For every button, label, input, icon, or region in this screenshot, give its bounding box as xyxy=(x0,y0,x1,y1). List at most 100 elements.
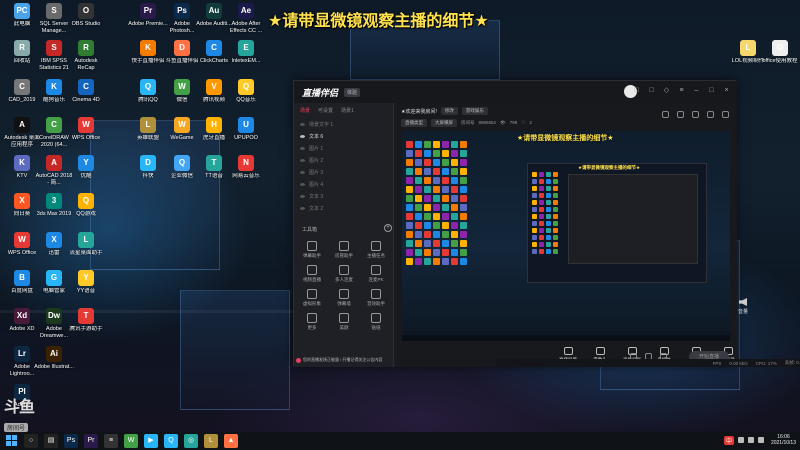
maximize-button[interactable]: □ xyxy=(707,86,716,95)
scene-item[interactable]: 图片 4 xyxy=(294,178,393,190)
tool-item[interactable]: 连麦PK xyxy=(360,265,392,283)
menu-icon[interactable]: ≡ xyxy=(677,86,686,95)
windows-logo-icon xyxy=(5,435,17,446)
tool-item[interactable]: 虚拟形象 xyxy=(296,289,328,307)
category-tag[interactable]: 大屏横屏 xyxy=(431,118,457,127)
taskbar-app-icon[interactable]: ▲ xyxy=(224,434,238,448)
category-tag[interactable]: 直播类型 xyxy=(401,118,427,127)
desktop-icon[interactable]: T 腾讯手游助手 xyxy=(66,308,106,346)
share-icon[interactable] xyxy=(707,111,714,118)
tool-item[interactable]: 贴纸 xyxy=(360,313,392,331)
desktop-icon[interactable]: Ae Adobe After Effects CC ... xyxy=(226,3,266,41)
desktop-icon[interactable]: Y YY语音 xyxy=(66,270,106,308)
desktop-icon[interactable]: Ai Adobe Illustrat... xyxy=(34,346,74,384)
volume-widget[interactable]: 音量 xyxy=(736,298,750,315)
preview-icon xyxy=(442,168,449,175)
desktop-icon[interactable]: L 流星桌面助手 xyxy=(66,232,106,270)
scene-item[interactable]: 文本 2 xyxy=(294,202,393,214)
clock[interactable]: 16:06 2021/10/13 xyxy=(771,434,796,446)
scene-item[interactable]: 图片 2 xyxy=(294,154,393,166)
desktop-icon[interactable]: Q QQ游戏 xyxy=(66,193,106,231)
app-titlebar[interactable]: 直播伴侣 体验 □ □ ◇ ≡ – □ × xyxy=(294,81,737,103)
desktop-icon[interactable]: Q QQ音乐 xyxy=(226,79,266,117)
taskbar-app-icon[interactable]: L xyxy=(204,434,218,448)
tool-item[interactable]: 房管助手 xyxy=(328,241,360,259)
record-icon[interactable] xyxy=(677,111,684,118)
preview-icon xyxy=(433,204,440,211)
scene-item[interactable]: 图片 3 xyxy=(294,166,393,178)
overlay-banner-title: ★请带显微镜观察主播的细节★ xyxy=(268,13,489,30)
desktop-icon[interactable]: W WPS Office xyxy=(66,117,106,155)
close-button[interactable]: × xyxy=(722,86,731,95)
desktop-icon[interactable]: Ooffice使用教程 xyxy=(760,40,800,78)
volume-tray-icon[interactable] xyxy=(747,437,754,443)
desktop-icon[interactable]: R Autodesk ReCap xyxy=(66,40,106,78)
scene-tab[interactable]: 场景1 xyxy=(341,107,354,114)
desktop-icon[interactable]: Y 优酷 xyxy=(66,155,106,193)
more-icon[interactable] xyxy=(722,111,729,118)
eye-icon[interactable] xyxy=(300,194,305,198)
taskbar-app-icon[interactable]: Q xyxy=(164,434,178,448)
notice-dot-icon xyxy=(296,357,301,363)
preview-icon xyxy=(406,231,413,238)
tool-item[interactable]: 主播任务 xyxy=(360,241,392,259)
eye-icon[interactable] xyxy=(300,158,305,162)
taskbar-app-icon[interactable]: ≡ xyxy=(104,434,118,448)
desktop-icon[interactable]: N 网易云音乐 xyxy=(226,155,266,193)
scene-item[interactable]: 文本 3 xyxy=(294,190,393,202)
eye-icon[interactable] xyxy=(300,206,305,210)
tool-item[interactable]: 更多 xyxy=(296,313,328,331)
battery-icon[interactable] xyxy=(757,437,764,443)
start-button[interactable] xyxy=(4,434,18,448)
taskbar-app-icon[interactable]: ▶ xyxy=(144,434,158,448)
eye-icon[interactable] xyxy=(300,182,305,186)
taskbar-app-icon[interactable]: ○ xyxy=(24,434,38,448)
preview-banner-title: ★请带显微镜观察主播的细节★ xyxy=(517,135,614,142)
ime-indicator[interactable]: 中 xyxy=(723,435,734,445)
tool-item[interactable]: 弹幕墙 xyxy=(328,289,360,307)
streaming-app-window[interactable]: 直播伴侣 体验 □ □ ◇ ≡ – □ × 场景 可设置 场景1 场景文字 1 文本 … xyxy=(293,80,800,367)
window-controls: □ □ ◇ ≡ – □ × xyxy=(632,86,731,95)
preview-icon xyxy=(415,186,422,193)
tool-item[interactable]: 弹幕助手 xyxy=(296,241,328,259)
eye-icon[interactable] xyxy=(300,146,305,150)
tool-item[interactable]: 美颜 xyxy=(328,313,360,331)
scene-item[interactable]: 场景文字 1 xyxy=(294,118,393,130)
scene-item[interactable]: 图片 1 xyxy=(294,142,393,154)
settings-icon[interactable]: ◇ xyxy=(662,86,671,95)
notification-icon[interactable]: □ xyxy=(647,86,656,95)
tool-item[interactable]: 音效助手 xyxy=(360,289,392,307)
eye-icon[interactable] xyxy=(300,134,305,138)
tool-item[interactable]: 视频直播 xyxy=(296,265,328,283)
desktop-icon[interactable]: C Cinema 4D xyxy=(66,79,106,117)
desktop-icon[interactable]: O OBS Studio xyxy=(66,3,106,41)
scene-item[interactable]: 文本 6 xyxy=(294,130,393,142)
network-icon[interactable] xyxy=(737,437,744,443)
taskbar-app-icon[interactable]: W xyxy=(124,434,138,448)
lock-icon[interactable] xyxy=(662,111,669,118)
taskbar-app-icon[interactable]: ▤ xyxy=(44,434,58,448)
scene-tab[interactable]: 可设置 xyxy=(318,107,333,114)
minimize-button[interactable]: – xyxy=(692,86,701,95)
preview-icon xyxy=(415,150,422,157)
category-selector[interactable]: 游戏娱乐 xyxy=(461,107,488,115)
stream-preview[interactable]: ★请带显微镜观察主播的细节★ ★请带显微镜观察主播的细节★ xyxy=(402,131,730,341)
nested-preview-icon xyxy=(553,214,558,219)
taskbar-app-icon[interactable]: Pr xyxy=(84,434,98,448)
preview-icon xyxy=(406,168,413,175)
eye-icon[interactable] xyxy=(300,122,305,126)
eye-icon[interactable] xyxy=(300,170,305,174)
scene-tab[interactable]: 场景 xyxy=(300,107,310,114)
edit-title-button[interactable]: 修改 xyxy=(440,107,458,115)
desktop-icon[interactable]: U UPUPOO xyxy=(226,117,266,155)
fullscreen-icon[interactable] xyxy=(692,111,699,118)
taskbar-app-icon[interactable]: Ps xyxy=(64,434,78,448)
toolbox-add-button[interactable]: + xyxy=(384,224,392,232)
preview-icon xyxy=(424,150,431,157)
tool-item[interactable]: 多人连麦 xyxy=(328,265,360,283)
notice-bar[interactable]: 您的直播发扬正能量 / 开播记得关注公告内容 xyxy=(296,355,392,365)
desktop-icon[interactable]: E InletexEM... xyxy=(226,40,266,78)
gift-icon[interactable]: □ xyxy=(632,86,641,95)
app-edition-badge[interactable]: 体验 xyxy=(344,87,361,97)
taskbar-app-icon[interactable]: ◎ xyxy=(184,434,198,448)
